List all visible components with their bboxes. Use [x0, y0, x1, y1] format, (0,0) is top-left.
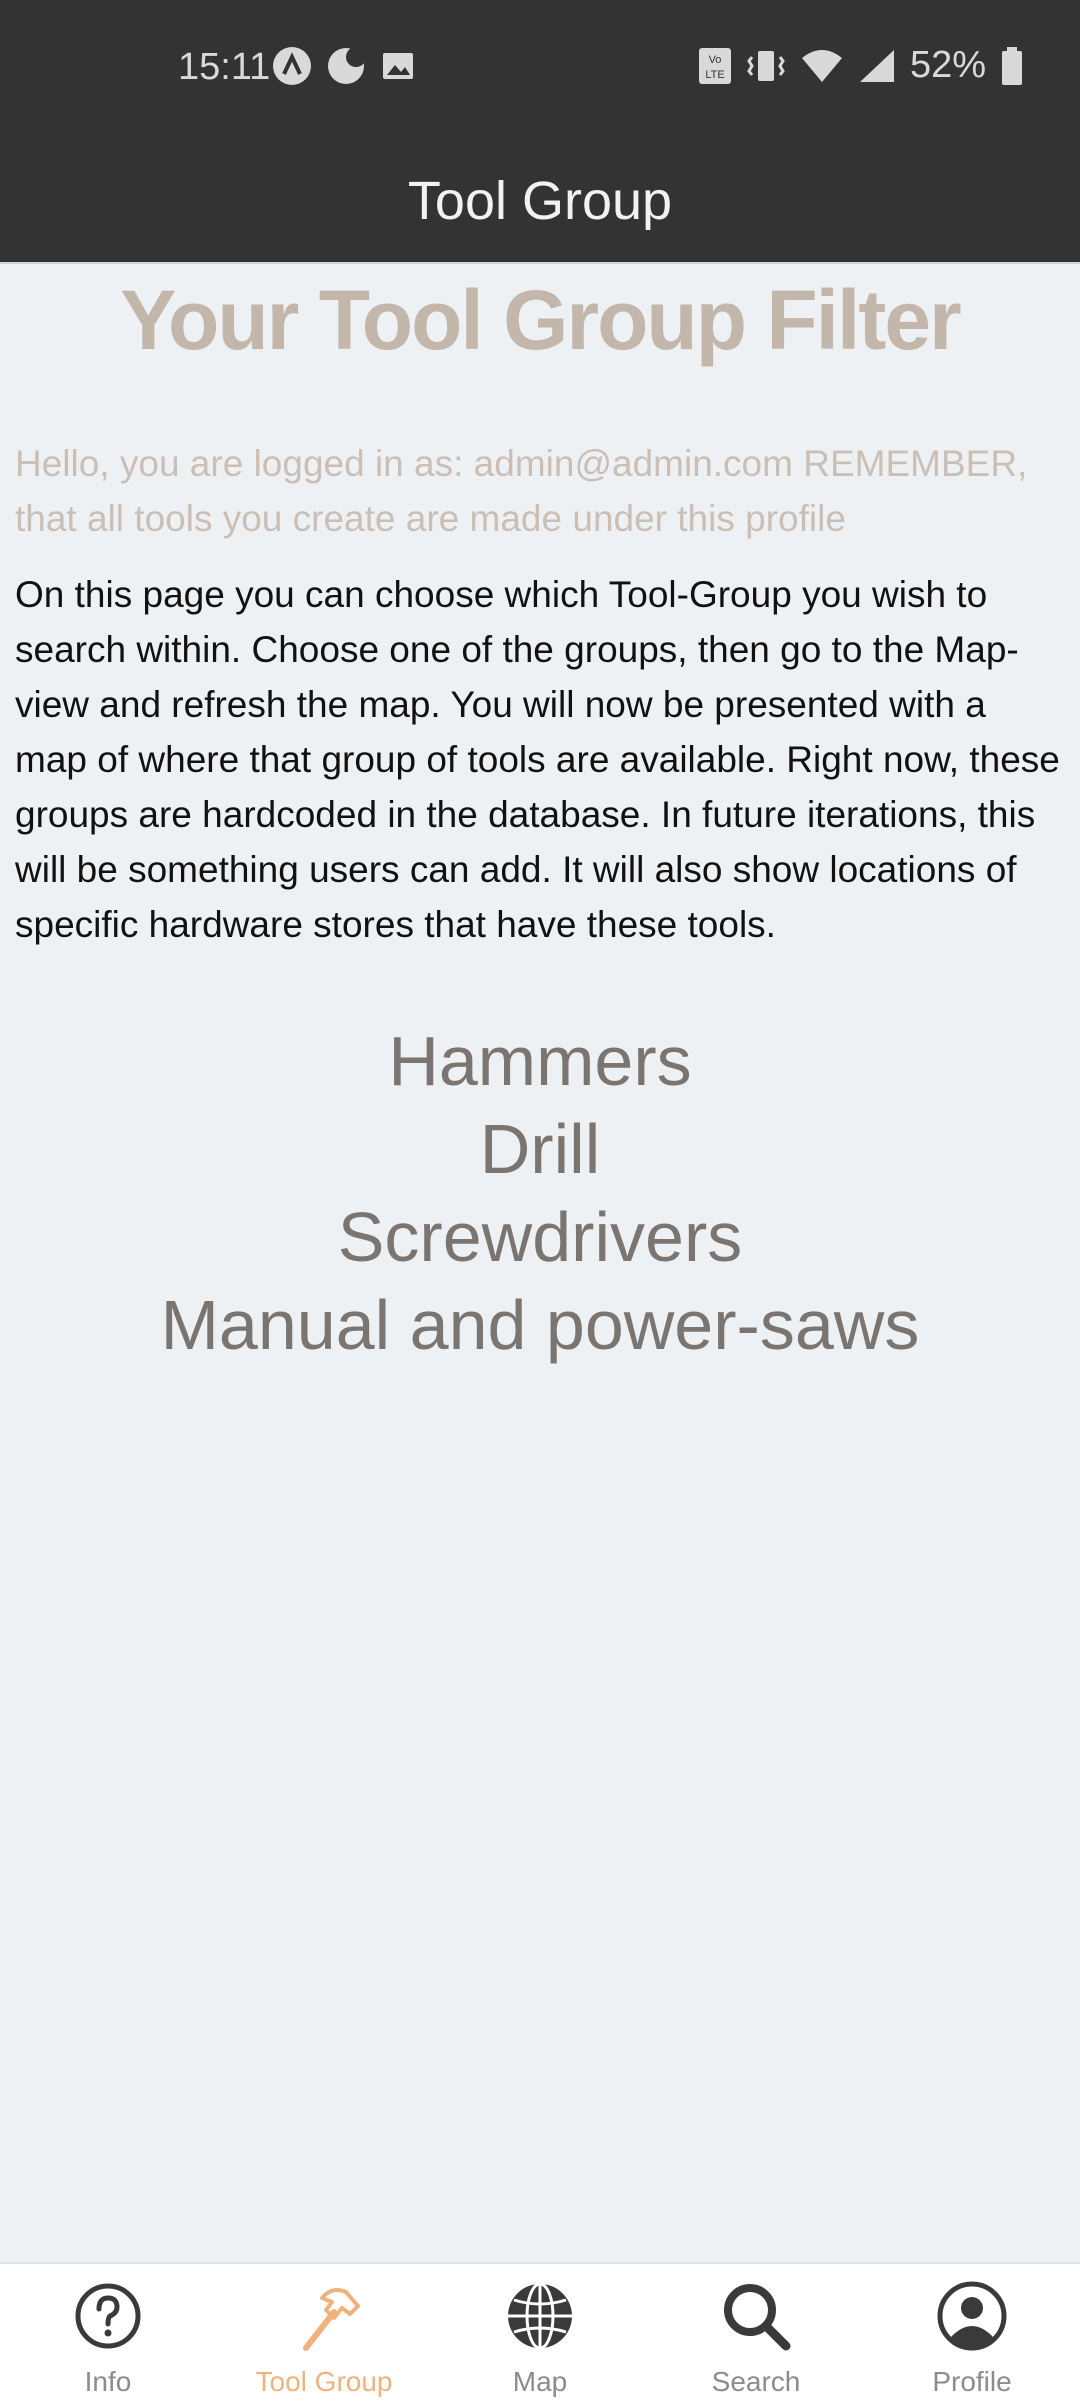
hammer-icon: [303, 2288, 360, 2351]
bottom-tab-bar: Info Tool Group Map Search Profile: [0, 2262, 1080, 2402]
search-icon: [724, 2284, 791, 2351]
group-item-drill[interactable]: Drill: [0, 1105, 1080, 1193]
vibrate-icon: [747, 50, 785, 81]
group-item-hammers[interactable]: Hammers: [0, 1017, 1080, 1105]
svg-text:Vo: Vo: [709, 54, 722, 66]
volte-icon: Vo LTE: [698, 47, 731, 84]
wifi-icon: [801, 49, 842, 82]
question-circle-icon: [75, 2283, 141, 2349]
android-icon: [273, 47, 311, 85]
tab-label-search: Search: [711, 2366, 801, 2397]
signal-icon: [859, 49, 894, 82]
page-description: On this page you can choose which Tool-G…: [15, 574, 1060, 945]
status-time: 15:11: [178, 46, 271, 88]
tab-tool-group[interactable]: Tool Group: [216, 2264, 432, 2402]
globe-icon: [508, 2282, 572, 2350]
battery-icon: [1002, 46, 1022, 85]
page-title: Your Tool Group Filter: [120, 273, 961, 367]
tab-info[interactable]: Info: [0, 2264, 216, 2402]
svg-text:LTE: LTE: [705, 69, 724, 81]
tab-label-info: Info: [84, 2366, 132, 2397]
tab-label-tool-group: Tool Group: [255, 2366, 393, 2397]
app-header: Tool Group: [0, 140, 1080, 264]
profile-icon: [937, 2281, 1007, 2351]
tab-label-profile: Profile: [932, 2366, 1012, 2397]
login-notice: Hello, you are logged in as: admin@admin…: [15, 443, 1028, 539]
group-item-saws[interactable]: Manual and power-saws: [0, 1281, 1080, 1369]
moon-icon: [328, 47, 366, 84]
tab-map[interactable]: Map: [432, 2264, 648, 2402]
status-bar: 15:11 Vo LTE 52%: [0, 0, 1080, 140]
battery-percent: 52%: [909, 44, 986, 86]
main-content: Your Tool Group Filter Hello, you are lo…: [0, 262, 1080, 1364]
image-icon: [383, 53, 413, 79]
header-title: Tool Group: [407, 171, 673, 231]
group-item-screwdrivers[interactable]: Screwdrivers: [0, 1193, 1080, 1281]
notification-icons: [272, 46, 416, 86]
tool-group-list: Hammers Drill Screwdrivers Manual and po…: [0, 1017, 1080, 1369]
system-icons: Vo LTE 52%: [698, 44, 1024, 87]
tab-profile[interactable]: Profile: [864, 2264, 1080, 2402]
tab-search[interactable]: Search: [648, 2264, 864, 2402]
tab-label-map: Map: [512, 2366, 568, 2397]
